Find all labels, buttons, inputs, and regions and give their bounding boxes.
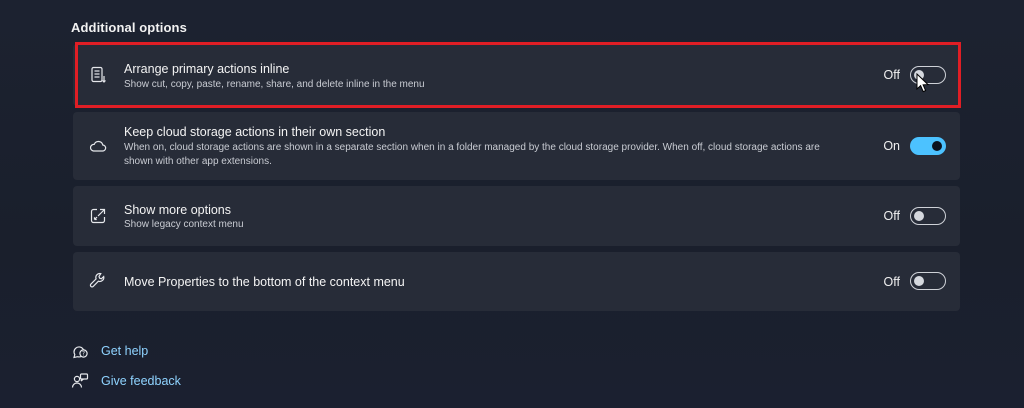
cloud-icon [88, 136, 108, 156]
option-description: Show legacy context menu [124, 219, 244, 230]
toggle-knob [914, 275, 924, 286]
open-external-icon [88, 206, 108, 226]
give-feedback-label[interactable]: Give feedback [101, 374, 181, 388]
option-description: Show cut, copy, paste, rename, share, an… [124, 79, 425, 90]
option-arrange-primary-actions[interactable]: Arrange primary actions inline Show cut,… [73, 44, 960, 106]
toggle-state-label: Off [883, 275, 900, 289]
cloud-storage-toggle[interactable] [910, 137, 946, 155]
get-help-label[interactable]: Get help [101, 344, 148, 358]
toggle-state-label: Off [883, 209, 900, 223]
mouse-cursor-icon [916, 72, 930, 93]
move-properties-toggle[interactable] [910, 272, 946, 290]
option-title: Keep cloud storage actions in their own … [124, 125, 386, 139]
option-title: Arrange primary actions inline [124, 62, 290, 76]
toggle-knob [914, 210, 924, 221]
toggle-state-label: Off [883, 68, 900, 82]
show-more-options-toggle[interactable] [910, 207, 946, 225]
help-icon: ? [71, 342, 89, 360]
svg-text:?: ? [82, 351, 85, 358]
option-title: Move Properties to the bottom of the con… [124, 275, 405, 289]
list-inline-icon [88, 65, 108, 85]
option-cloud-storage-section[interactable]: Keep cloud storage actions in their own … [73, 112, 960, 180]
option-move-properties[interactable]: Move Properties to the bottom of the con… [73, 252, 960, 311]
feedback-icon [71, 372, 89, 390]
option-description: When on, cloud storage actions are shown… [124, 142, 820, 167]
toggle-knob [932, 141, 942, 151]
section-title: Additional options [71, 20, 187, 35]
option-show-more-options[interactable]: Show more options Show legacy context me… [73, 186, 960, 246]
toggle-state-label: On [883, 139, 900, 153]
wrench-icon [88, 271, 108, 291]
option-title: Show more options [124, 203, 232, 217]
